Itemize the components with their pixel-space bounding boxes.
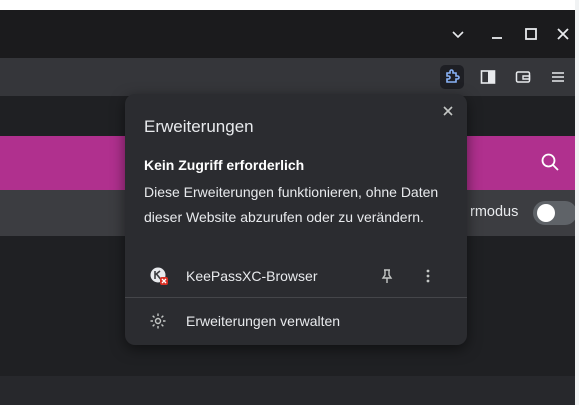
maximize-icon[interactable] — [520, 23, 542, 45]
extension-name: KeePassXC-Browser — [186, 268, 318, 284]
popup-title: Erweiterungen — [144, 117, 254, 136]
toggle-knob — [537, 204, 555, 222]
popup-close-icon[interactable] — [439, 102, 457, 120]
mode-label: rmodus — [470, 204, 519, 220]
extension-row[interactable]: KeePassXC-Browser — [125, 259, 467, 295]
extensions-puzzle-icon[interactable] — [440, 65, 464, 89]
side-panel-icon[interactable] — [476, 65, 500, 89]
manage-extensions-button[interactable]: Erweiterungen verwalten — [125, 305, 467, 337]
browser-toolbar — [0, 58, 575, 96]
popup-description: Diese Erweiterungen funktionieren, ohne … — [144, 184, 439, 225]
minimize-icon[interactable] — [486, 23, 508, 45]
window-right-border — [575, 0, 579, 405]
popup-divider — [125, 297, 467, 298]
popup-subheading: Kein Zugriff erforderlich — [144, 157, 305, 173]
manage-extensions-label: Erweiterungen verwalten — [186, 313, 341, 329]
window-top-border — [0, 0, 579, 10]
close-icon[interactable] — [552, 23, 574, 45]
menu-icon[interactable] — [546, 65, 570, 89]
more-options-icon[interactable] — [419, 267, 437, 285]
extensions-popup: Erweiterungen Kein Zugriff erforderlich … — [125, 94, 467, 345]
chevron-down-icon[interactable] — [447, 23, 469, 45]
pin-icon[interactable] — [378, 267, 396, 285]
mode-toggle[interactable] — [533, 201, 577, 225]
keepassxc-icon — [149, 266, 169, 286]
search-icon[interactable] — [539, 151, 561, 173]
wallet-icon[interactable] — [511, 65, 535, 89]
title-bar — [0, 10, 575, 58]
gear-icon — [149, 312, 167, 330]
